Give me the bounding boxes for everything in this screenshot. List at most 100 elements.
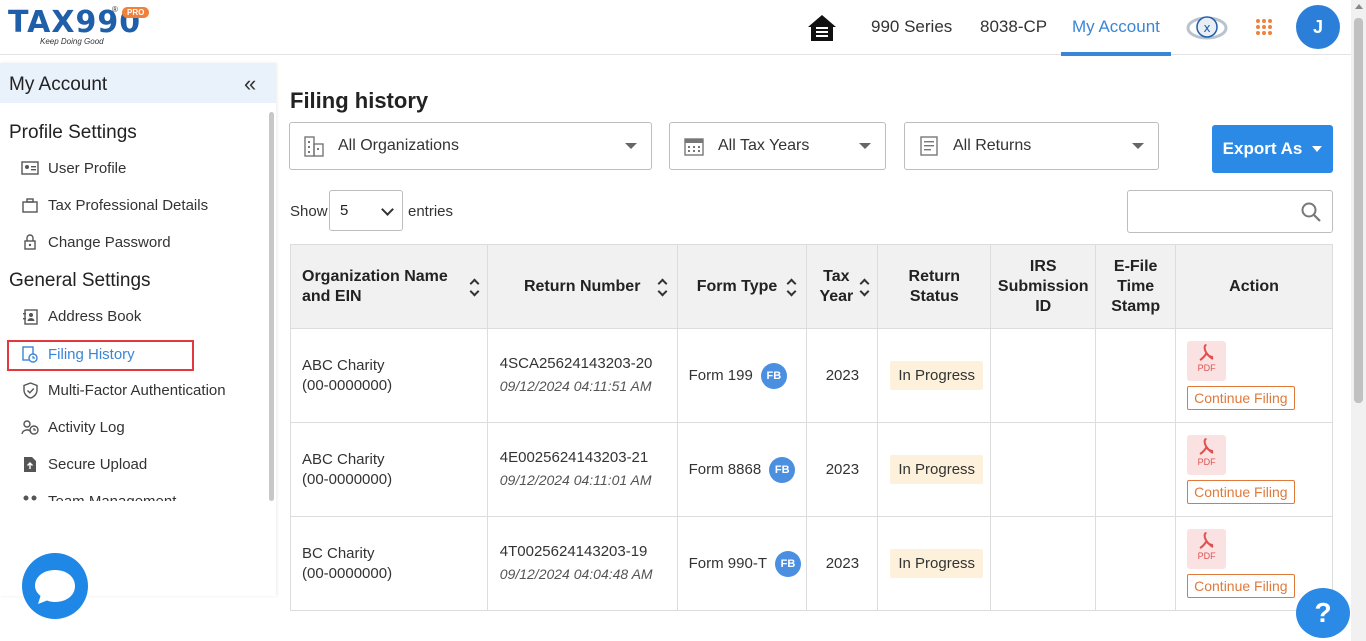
continue-filing-button[interactable]: Continue Filing (1187, 386, 1295, 410)
org-name: BC Charity (302, 544, 375, 562)
sort-icon[interactable] (859, 278, 869, 296)
form-badge: FB (775, 550, 801, 577)
home-icon[interactable] (806, 12, 838, 44)
sidebar-item-multi-factor-authentication[interactable]: Multi-Factor Authentication (20, 379, 226, 401)
col-header-action: Action (1175, 244, 1333, 329)
header-text: ID (1035, 297, 1052, 315)
cell-organization: ABC Charity (00-0000000) (290, 328, 488, 423)
return-timestamp: 09/12/2024 04:11:51 AM (499, 378, 652, 394)
address-book-icon (20, 307, 40, 325)
entries-per-page-select[interactable]: 5 (329, 190, 403, 231)
form-name: Form 8868 (688, 460, 762, 478)
status-badge: In Progress (890, 455, 984, 484)
upload-file-icon (20, 455, 40, 473)
active-item-highlight (7, 340, 194, 371)
sort-icon[interactable] (786, 278, 796, 296)
briefcase-icon (20, 196, 40, 214)
cell-irs-submission-id (990, 422, 1097, 517)
header-text: Submission (997, 277, 1089, 295)
col-header-organization[interactable]: Organization Name and EIN (290, 244, 488, 329)
col-header-return-number[interactable]: Return Number (486, 244, 678, 329)
sidebar-item-tax-professional-details[interactable]: Tax Professional Details (20, 194, 208, 216)
org-ein: (00-0000000) (302, 470, 393, 488)
download-pdf-button[interactable]: PDF (1187, 341, 1227, 381)
scrollbar-thumb[interactable] (1354, 18, 1363, 403)
sort-icon[interactable] (469, 278, 479, 296)
header-text: and EIN (302, 287, 362, 305)
page-title: Filing history (290, 88, 429, 113)
sidebar-item-user-profile[interactable]: User Profile (20, 157, 126, 179)
chat-widget-button[interactable] (22, 553, 88, 619)
cell-return-number: 4SCA25624143203-20 09/12/2024 04:11:51 AM (486, 328, 678, 423)
returns-value: All Returns (953, 137, 1032, 154)
general-settings-heading: General Settings (9, 270, 151, 291)
download-pdf-button[interactable]: PDF (1187, 529, 1227, 569)
search-icon[interactable] (1300, 201, 1322, 223)
lock-icon (20, 233, 40, 251)
returns-dropdown[interactable]: All Returns (904, 122, 1159, 170)
sidebar-item-label: Multi-Factor Authentication (48, 381, 226, 399)
apps-grid-icon[interactable] (1255, 18, 1273, 36)
col-header-tax-year[interactable]: Tax Year (806, 244, 879, 329)
org-ein: (00-0000000) (302, 564, 393, 582)
cell-tax-year: 2023 (806, 422, 879, 517)
sidebar-item-label: Tax Professional Details (48, 196, 209, 214)
id-card-icon (20, 159, 40, 177)
tax-years-dropdown[interactable]: All Tax Years (669, 122, 886, 170)
return-number: 4SCA25624143203-20 (499, 355, 653, 372)
header-text: Time (1117, 277, 1155, 295)
nav-990-series[interactable]: 990 Series (871, 17, 952, 37)
col-header-form-type[interactable]: Form Type (676, 244, 808, 329)
sidebar-item-label: Team Management (48, 492, 177, 502)
form-badge: FB (760, 362, 787, 389)
download-pdf-button[interactable]: PDF (1187, 435, 1227, 475)
chevron-down-icon (859, 143, 871, 149)
sidebar-header: My Account « (0, 63, 276, 103)
organizations-dropdown[interactable]: All Organizations (289, 122, 652, 170)
org-ein: (00-0000000) (302, 376, 393, 394)
header-text: Year (819, 287, 854, 305)
export-label: Export As (1222, 139, 1303, 158)
sidebar-item-secure-upload[interactable]: Secure Upload (20, 453, 147, 475)
table-row: BC Charity (00-0000000) 4T0025624143203-19… (290, 516, 1333, 611)
header-text: Return Number (523, 277, 641, 295)
nav-8038-cp[interactable]: 8038-CP (980, 17, 1047, 37)
help-button[interactable]: ? (1296, 588, 1350, 638)
tax-years-value: All Tax Years (718, 137, 810, 154)
cell-return-status: In Progress (877, 422, 992, 517)
registered-mark: ® (112, 5, 118, 14)
scroll-up-arrow-icon[interactable] (1355, 4, 1363, 9)
brand-name: TAX990 (8, 5, 142, 40)
user-avatar[interactable]: J (1296, 5, 1340, 49)
continue-filing-button[interactable]: Continue Filing (1187, 480, 1295, 504)
sidebar-item-label: Change Password (48, 233, 171, 251)
table-header-row: Organization Name and EIN Return Number F… (290, 244, 1333, 329)
sidebar-item-label: Activity Log (48, 418, 125, 436)
nav-my-account[interactable]: My Account (1072, 17, 1160, 37)
pdf-label: PDF (1197, 457, 1216, 467)
chat-icon (35, 570, 75, 604)
table-search-input[interactable] (1127, 190, 1333, 233)
collapse-sidebar-icon[interactable]: « (244, 71, 256, 97)
sidebar-item-activity-log[interactable]: Activity Log (20, 416, 125, 438)
sort-icon[interactable] (657, 278, 667, 296)
app-switch-x-icon[interactable]: x (1186, 10, 1228, 44)
cell-action: PDF Continue Filing (1175, 328, 1333, 423)
export-as-button[interactable]: Export As (1212, 125, 1333, 173)
sidebar-item-change-password[interactable]: Change Password (20, 231, 171, 253)
team-icon (20, 492, 40, 501)
sidebar-item-address-book[interactable]: Address Book (20, 305, 141, 327)
continue-filing-button[interactable]: Continue Filing (1187, 574, 1295, 598)
shield-icon (20, 381, 40, 399)
organizations-value: All Organizations (338, 137, 459, 154)
tax990-logo[interactable]: TAX990 ® PRO Keep Doing Good (8, 5, 158, 50)
tax-year: 2023 (825, 367, 860, 384)
activity-icon (20, 418, 40, 436)
page-scrollbar[interactable] (1351, 0, 1366, 641)
cell-efile-timestamp (1095, 328, 1177, 423)
cell-efile-timestamp (1095, 422, 1177, 517)
sidebar-item-team-management[interactable]: Team Management (20, 490, 176, 501)
sidebar-scrollbar[interactable] (269, 112, 274, 501)
col-header-return-status: Return Status (877, 244, 992, 329)
table-row: ABC Charity (00-0000000) 4E0025624143203-2… (290, 422, 1333, 517)
